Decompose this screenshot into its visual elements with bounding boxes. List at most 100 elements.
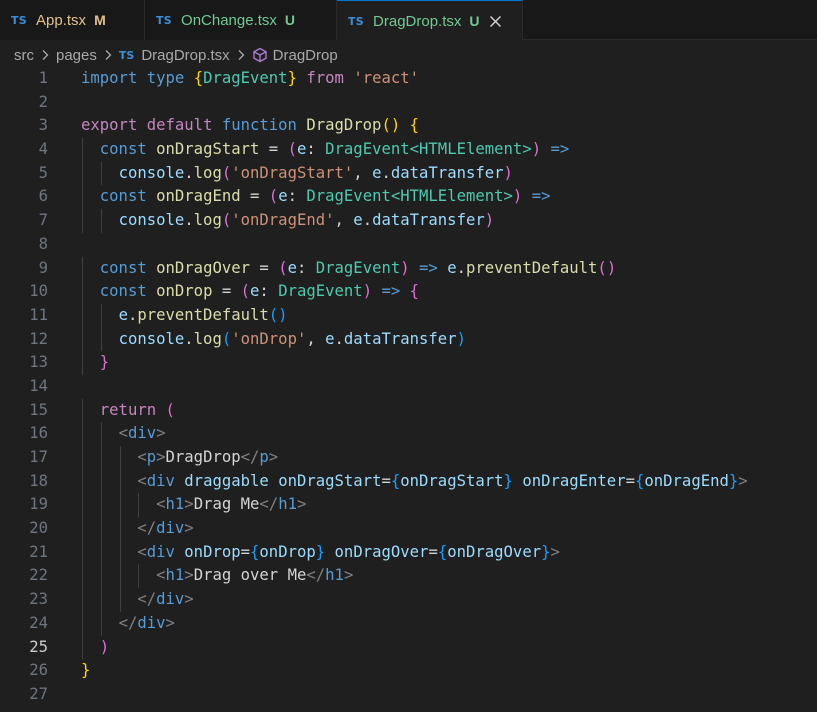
breadcrumb-item-pages[interactable]: pages xyxy=(56,47,97,64)
editor-window: TS App.tsx M TS OnChange.tsx U TS DragDr… xyxy=(0,0,817,712)
code-text: import type {DragEvent} from 'react' xyxy=(81,69,420,87)
line-number: 3 xyxy=(38,116,48,135)
code-text: const onDragEnd = (e: DragEvent<HTMLElem… xyxy=(99,187,551,206)
code-line[interactable]: 10 const onDrop = (e: DragEvent) => { xyxy=(0,280,817,304)
line-number: 14 xyxy=(29,376,48,395)
code-text: </div> xyxy=(118,613,175,632)
code-line[interactable]: 27 xyxy=(0,683,817,707)
breadcrumb-item-symbol[interactable]: DragDrop xyxy=(273,47,338,64)
code-line[interactable]: 22 <h1>Drag over Me</h1> xyxy=(0,564,817,589)
code-line[interactable]: 2 xyxy=(0,91,817,115)
code-text: <div onDrop={onDrop} onDragOver={onDragO… xyxy=(137,542,560,561)
line-number: 1 xyxy=(38,69,48,87)
code-line[interactable]: 7 console.log('onDragEnd', e.dataTransfe… xyxy=(0,209,817,233)
breadcrumb: src pages TS DragDrop.tsx DragDrop xyxy=(0,40,817,70)
code-line[interactable]: 25 ) xyxy=(0,635,817,660)
code-line[interactable]: 21 <div onDrop={onDrop} onDragOver={onDr… xyxy=(0,540,817,565)
typescript-file-icon: TS xyxy=(118,48,135,62)
chevron-right-icon xyxy=(104,49,112,61)
typescript-file-icon: TS xyxy=(156,13,173,27)
line-number: 23 xyxy=(29,590,48,609)
line-number: 21 xyxy=(29,542,48,561)
code-text: e.preventDefault() xyxy=(118,305,288,324)
tab-dragdrop-tsx[interactable]: TS DragDrop.tsx U xyxy=(337,0,523,41)
code-line[interactable]: 13 } xyxy=(0,351,817,375)
code-text: return ( xyxy=(99,400,175,419)
code-text: const onDragOver = (e: DragEvent) => e.p… xyxy=(99,258,617,277)
code-text: <p>DragDrop</p> xyxy=(137,448,279,466)
code-editor[interactable]: 1 import type {DragEvent} from 'react' 2 3 e… xyxy=(0,67,817,707)
code-line[interactable]: 1 import type {DragEvent} from 'react' xyxy=(0,67,817,91)
code-text: console.log('onDragStart', e.dataTransfe… xyxy=(118,163,513,182)
tab-bar: TS App.tsx M TS OnChange.tsx U TS DragDr… xyxy=(0,0,817,41)
code-line[interactable]: 19 <h1>Drag Me</h1> xyxy=(0,493,817,518)
code-text: <div draggable onDragStart={onDragStart}… xyxy=(137,471,748,490)
line-number: 18 xyxy=(29,471,48,490)
tab-untracked-badge: U xyxy=(284,12,296,28)
breadcrumb-item-src[interactable]: src xyxy=(14,47,34,64)
symbol-method-icon xyxy=(252,47,268,63)
tab-modified-badge: M xyxy=(94,12,106,28)
line-number: 15 xyxy=(29,400,48,419)
tab-onchange-tsx[interactable]: TS OnChange.tsx U xyxy=(145,0,337,40)
code-line[interactable]: 24 </div> xyxy=(0,611,817,636)
tab-app-tsx[interactable]: TS App.tsx M xyxy=(0,0,145,40)
line-number: 7 xyxy=(38,211,48,230)
code-text: console.log('onDragEnd', e.dataTransfer) xyxy=(118,211,495,230)
code-line[interactable]: 23 </div> xyxy=(0,588,817,612)
tab-label: DragDrop.tsx xyxy=(373,12,462,30)
chevron-right-icon xyxy=(237,49,245,61)
line-number: 16 xyxy=(29,424,48,443)
code-line[interactable]: 20 </div> xyxy=(0,517,817,541)
code-text: <h1>Drag over Me</h1> xyxy=(156,566,354,585)
line-number: 8 xyxy=(38,234,48,253)
code-line[interactable]: 15 return ( xyxy=(0,398,817,423)
code-line[interactable]: 3 export default function DragDrop() { xyxy=(0,114,817,138)
code-text: const onDragStart = (e: DragEvent<HTMLEl… xyxy=(99,140,570,159)
chevron-right-icon xyxy=(41,49,49,61)
typescript-file-icon: TS xyxy=(11,13,28,27)
typescript-file-icon: TS xyxy=(348,14,365,28)
tab-label: OnChange.tsx xyxy=(181,11,277,29)
breadcrumb-item-file[interactable]: DragDrop.tsx xyxy=(141,47,229,64)
line-number: 6 xyxy=(38,187,48,206)
code-text: const onDrop = (e: DragEvent) => { xyxy=(99,282,420,301)
line-number: 17 xyxy=(29,448,48,466)
close-icon[interactable] xyxy=(488,13,504,29)
code-text: } xyxy=(81,661,91,680)
code-line[interactable]: 6 const onDragEnd = (e: DragEvent<HTMLEl… xyxy=(0,185,817,210)
line-number: 24 xyxy=(29,613,48,632)
line-number: 26 xyxy=(29,661,48,680)
code-line[interactable]: 14 xyxy=(0,375,817,399)
line-number: 12 xyxy=(29,329,48,348)
code-text: console.log('onDrop', e.dataTransfer) xyxy=(118,329,466,348)
line-number: 19 xyxy=(29,495,48,514)
tab-label: App.tsx xyxy=(36,11,87,29)
line-number: 27 xyxy=(29,684,48,703)
code-text: </div> xyxy=(137,590,194,609)
code-line[interactable]: 26} xyxy=(0,659,817,683)
code-line[interactable]: 11 e.preventDefault() xyxy=(0,303,817,328)
line-number: 4 xyxy=(38,140,48,159)
code-text: </div> xyxy=(137,519,194,538)
code-text: ) xyxy=(99,637,110,656)
line-number: 22 xyxy=(29,566,48,585)
line-number: 5 xyxy=(38,163,48,182)
code-line[interactable]: 8 xyxy=(0,233,817,257)
code-line[interactable]: 18 <div draggable onDragStart={onDragSta… xyxy=(0,469,817,494)
line-number: 10 xyxy=(29,282,48,301)
code-line[interactable]: 4 const onDragStart = (e: DragEvent<HTML… xyxy=(0,138,817,162)
code-line[interactable]: 5 console.log('onDragStart', e.dataTrans… xyxy=(0,161,817,186)
line-number: 20 xyxy=(29,519,48,538)
code-line[interactable]: 9 const onDragOver = (e: DragEvent) => e… xyxy=(0,256,817,281)
code-text: <div> xyxy=(118,424,166,443)
code-line[interactable]: 17 <p>DragDrop</p> xyxy=(0,446,817,470)
line-number: 9 xyxy=(38,258,48,277)
line-number: 2 xyxy=(38,92,48,111)
code-text: export default function DragDrop() { xyxy=(81,116,420,135)
code-line[interactable]: 12 console.log('onDrop', e.dataTransfer) xyxy=(0,327,817,352)
code-line[interactable]: 16 <div> xyxy=(0,422,817,446)
code-text: } xyxy=(99,353,110,372)
line-number: 11 xyxy=(29,305,48,324)
line-number: 13 xyxy=(29,353,48,372)
